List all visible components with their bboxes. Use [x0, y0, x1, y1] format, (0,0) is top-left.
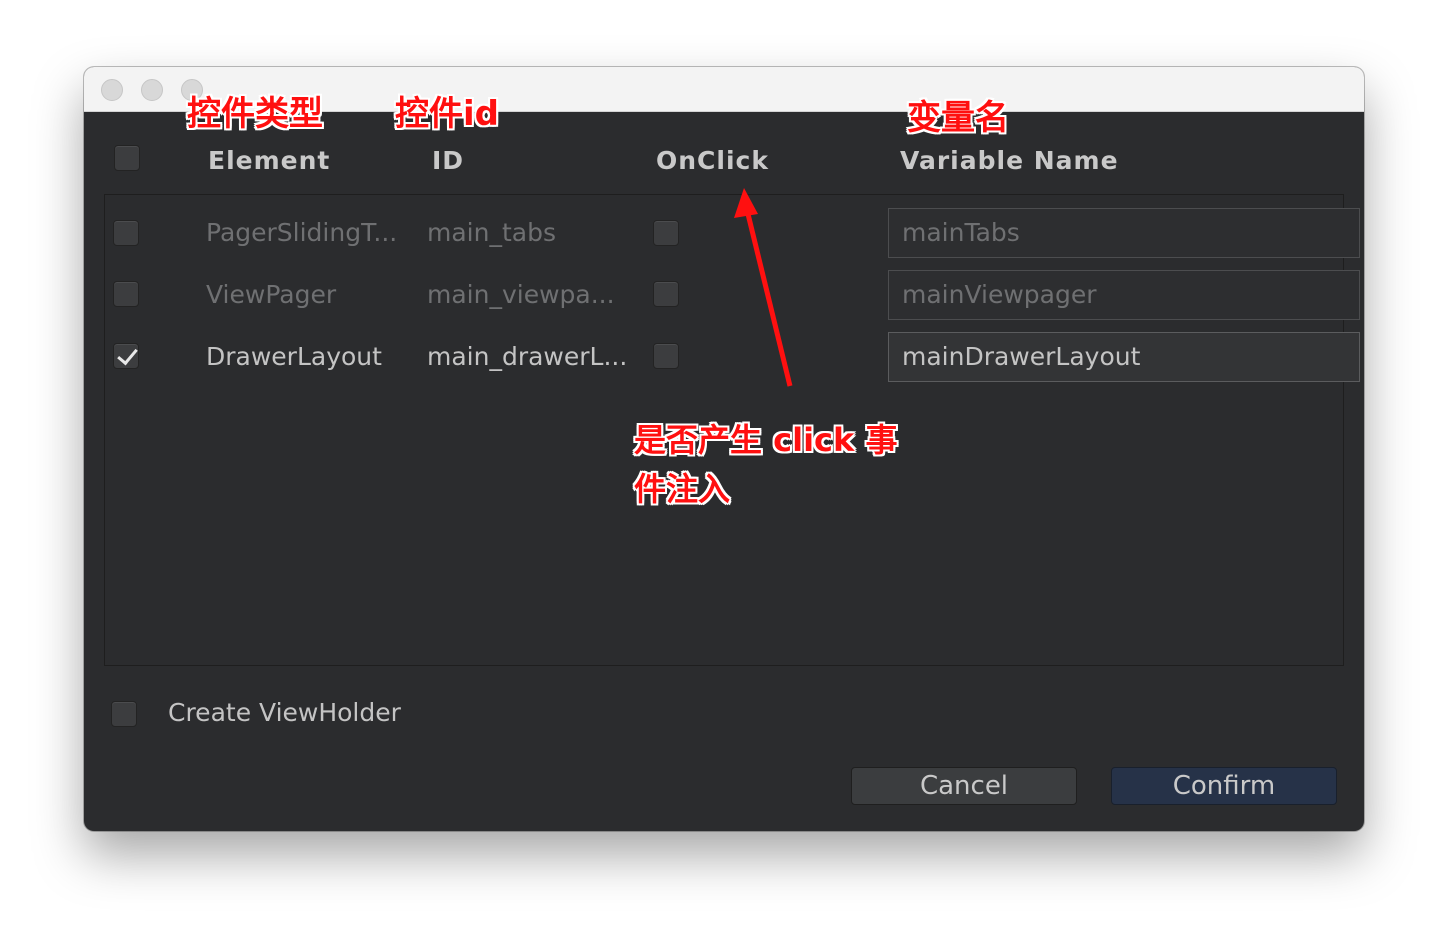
cancel-button[interactable]: Cancel — [851, 767, 1077, 805]
minimize-window-button[interactable] — [141, 79, 163, 101]
row-variable-name-input[interactable]: mainTabs — [888, 208, 1360, 258]
header-onclick: OnClick — [656, 146, 769, 175]
annotation-variable-name: 变量名 — [907, 98, 1009, 138]
annotation-control-id: 控件id — [395, 94, 499, 134]
row-onclick-checkbox[interactable] — [653, 281, 679, 307]
annotation-element-type: 控件类型 — [187, 94, 323, 134]
header-variable-name: Variable Name — [900, 146, 1119, 175]
row-element-type: ViewPager — [206, 280, 337, 309]
row-onclick-checkbox[interactable] — [653, 343, 679, 369]
row-control-id: main_viewpa... — [427, 280, 615, 309]
confirm-button[interactable]: Confirm — [1111, 767, 1337, 805]
create-viewholder-checkbox[interactable] — [111, 701, 137, 727]
row-select-checkbox[interactable] — [113, 281, 139, 307]
row-variable-name-input[interactable]: mainDrawerLayout — [888, 332, 1360, 382]
row-variable-name-input[interactable]: mainViewpager — [888, 270, 1360, 320]
select-all-checkbox[interactable] — [114, 145, 140, 171]
header-id: ID — [432, 146, 465, 175]
row-control-id: main_tabs — [427, 218, 556, 247]
row-onclick-checkbox[interactable] — [653, 220, 679, 246]
close-window-button[interactable] — [101, 79, 123, 101]
row-select-checkbox-checked[interactable] — [113, 343, 139, 369]
header-element: Element — [208, 146, 331, 175]
create-viewholder-label: Create ViewHolder — [168, 698, 401, 727]
row-element-type: PagerSlidingT... — [206, 218, 398, 247]
annotation-onclick-note: 是否产生 click 事 — [634, 421, 898, 459]
row-control-id: main_drawerL... — [427, 342, 628, 371]
annotation-onclick-note-2: 件注入 — [634, 470, 731, 508]
row-select-checkbox[interactable] — [113, 220, 139, 246]
row-element-type: DrawerLayout — [206, 342, 382, 371]
